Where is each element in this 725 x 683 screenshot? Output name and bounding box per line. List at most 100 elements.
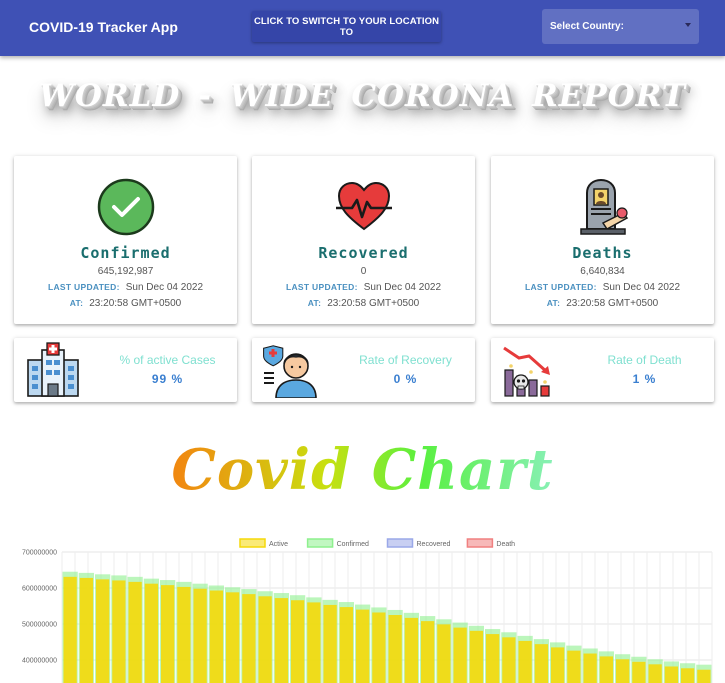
at-label: AT:: [546, 298, 561, 308]
deaths-at: AT: 23:20:58 GMT+0500: [491, 298, 714, 309]
bar-active[interactable]: [616, 659, 630, 683]
death-rate-card: Rate of Death 1 %: [491, 338, 714, 402]
heartbeat-icon: [252, 177, 475, 237]
confirmed-title: Confirmed: [80, 244, 171, 262]
app-title: COVID-19 Tracker App: [29, 19, 178, 35]
page-headline: WORLD - WIDE CORONA REPORT: [39, 78, 686, 114]
death-rate-value: 1 %: [632, 372, 657, 386]
recovered-value: 0: [360, 266, 367, 277]
bar-active[interactable]: [421, 621, 435, 683]
at-label: AT:: [307, 298, 322, 308]
bar-active[interactable]: [632, 661, 646, 683]
confirmed-value: 645,192,987: [97, 266, 154, 277]
deaths-value: 6,640,834: [580, 266, 625, 277]
bar-active[interactable]: [486, 634, 500, 683]
bar-active[interactable]: [144, 583, 158, 683]
bar-active[interactable]: [518, 640, 532, 683]
legend-swatch-active[interactable]: [239, 538, 266, 548]
bar-active[interactable]: [404, 617, 418, 683]
chart-canvas: Active Confirmed Recovered Death 700000000 60…: [22, 538, 713, 683]
confirmed-updated: LAST UPDATED: Sun Dec 04 2022: [14, 282, 237, 293]
bar-active[interactable]: [583, 653, 597, 683]
at-time: 23:20:58 GMT+0500: [89, 298, 182, 309]
bar-active[interactable]: [128, 581, 142, 683]
y-tick-label: 500000000: [22, 622, 57, 629]
last-updated-date: Sun Dec 04 2022: [602, 282, 681, 293]
at-time: 23:20:58 GMT+0500: [327, 298, 420, 309]
app-bar: COVID-19 Tracker App CLICK TO SWITCH TO …: [0, 0, 725, 56]
bar-active[interactable]: [226, 592, 240, 683]
chart-title: Covid Chart: [0, 437, 725, 503]
country-select[interactable]: Select Country:: [542, 9, 699, 44]
last-updated-label: LAST UPDATED:: [47, 282, 120, 292]
bar-active[interactable]: [469, 630, 483, 683]
bar-active[interactable]: [502, 637, 516, 683]
bar-active[interactable]: [551, 647, 565, 683]
recovered-title: Recovered: [318, 244, 409, 262]
bar-active[interactable]: [599, 656, 613, 683]
bar-active[interactable]: [453, 627, 467, 683]
bar-active[interactable]: [161, 585, 175, 683]
death-chart-icon: [501, 342, 559, 403]
bar-active[interactable]: [356, 609, 370, 683]
bar-active[interactable]: [63, 576, 77, 683]
last-updated-label: LAST UPDATED:: [524, 282, 597, 292]
recovery-rate-value: 0 %: [393, 372, 418, 386]
y-tick-label: 400000000: [22, 658, 57, 665]
bar-active[interactable]: [323, 604, 337, 683]
bar-active[interactable]: [307, 602, 321, 683]
recovered-card: Recovered 0 LAST UPDATED: Sun Dec 04 2022…: [252, 156, 475, 324]
bar-active[interactable]: [372, 612, 386, 683]
active-rate-card: % of active Cases 99 %: [14, 338, 237, 402]
bar-active[interactable]: [664, 666, 678, 683]
bar-active[interactable]: [339, 607, 353, 683]
covid-bar-chart: Active Confirmed Recovered Death 700000000 60…: [0, 530, 725, 683]
last-updated-label: LAST UPDATED:: [285, 282, 358, 292]
deaths-title: Deaths: [572, 244, 633, 262]
active-rate-title: % of active Cases: [119, 353, 216, 367]
bar-active[interactable]: [437, 624, 451, 683]
bar-active[interactable]: [697, 669, 711, 683]
bar-active[interactable]: [193, 588, 207, 683]
confirmed-at: AT: 23:20:58 GMT+0500: [14, 298, 237, 309]
bar-active[interactable]: [79, 577, 93, 683]
at-time: 23:20:58 GMT+0500: [566, 298, 659, 309]
bar-active[interactable]: [242, 594, 256, 683]
chevron-down-icon: [685, 23, 691, 27]
legend-label-active[interactable]: Active: [269, 541, 288, 548]
gravestone-icon: [491, 177, 714, 237]
y-tick-label: 600000000: [22, 586, 57, 593]
deaths-card: Deaths 6,640,834 LAST UPDATED: Sun Dec 04…: [491, 156, 714, 324]
bar-active[interactable]: [291, 600, 305, 683]
bar-active[interactable]: [681, 668, 695, 683]
bar-active[interactable]: [177, 586, 191, 683]
death-rate-title: Rate of Death: [607, 353, 682, 367]
legend-swatch-recovered[interactable]: [386, 538, 414, 548]
legend-swatch-confirmed[interactable]: [306, 538, 334, 548]
bar-active[interactable]: [388, 615, 402, 683]
bar-active[interactable]: [534, 644, 548, 683]
legend-label-death[interactable]: Death: [496, 541, 515, 548]
bar-active[interactable]: [96, 579, 110, 683]
bar-active[interactable]: [112, 580, 126, 683]
switch-location-button[interactable]: CLICK TO SWITCH TO YOUR LOCATION TO: [252, 11, 441, 42]
legend-label-recovered[interactable]: Recovered: [417, 541, 451, 548]
bar-active[interactable]: [648, 664, 662, 683]
recovery-rate-card: Rate of Recovery 0 %: [252, 338, 475, 402]
legend-swatch-death[interactable]: [466, 538, 494, 548]
recovered-at: AT: 23:20:58 GMT+0500: [252, 298, 475, 309]
doctor-icon: [262, 342, 320, 403]
last-updated-date: Sun Dec 04 2022: [363, 282, 442, 293]
bar-active[interactable]: [209, 590, 223, 683]
legend-label-confirmed[interactable]: Confirmed: [337, 541, 369, 548]
bar-active[interactable]: [567, 650, 581, 683]
deaths-updated: LAST UPDATED: Sun Dec 04 2022: [491, 282, 714, 293]
recovery-rate-title: Rate of Recovery: [359, 353, 452, 367]
active-rate-value: 99 %: [151, 372, 184, 386]
country-select-label: Select Country:: [550, 21, 624, 32]
bar-active[interactable]: [258, 596, 272, 683]
last-updated-date: Sun Dec 04 2022: [125, 282, 204, 293]
at-label: AT:: [69, 298, 84, 308]
confirmed-card: Confirmed 645,192,987 LAST UPDATED: Sun D…: [14, 156, 237, 324]
bar-active[interactable]: [274, 598, 288, 683]
